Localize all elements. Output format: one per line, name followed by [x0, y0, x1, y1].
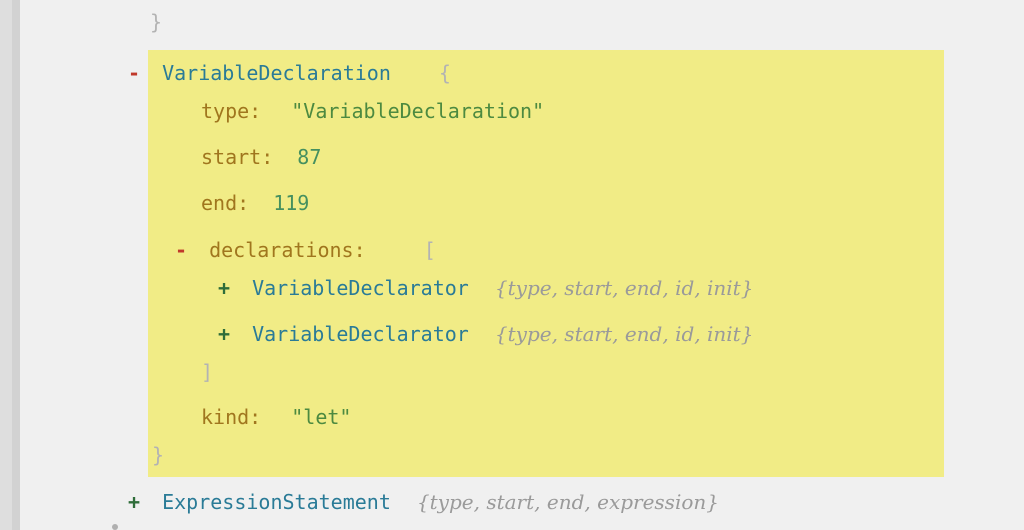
- property-type-row: type: "VariableDeclaration": [201, 99, 544, 123]
- declarations-close-bracket: ]: [201, 360, 214, 384]
- property-kind-row: kind: "let": [201, 405, 351, 429]
- property-value-type: "VariableDeclaration": [291, 99, 545, 123]
- property-start-row: start: 87: [201, 145, 321, 169]
- scroll-gutter: [12, 0, 20, 530]
- node-summary: {type, start, end, expression}: [416, 490, 719, 514]
- collapse-toggle[interactable]: -: [128, 61, 140, 85]
- collapse-toggle[interactable]: -: [175, 238, 187, 262]
- property-key-type: type:: [201, 99, 262, 123]
- node-name-variable-declaration[interactable]: VariableDeclaration: [162, 61, 391, 85]
- property-key-declarations: declarations:: [209, 238, 366, 262]
- property-value-end: 119: [273, 191, 310, 215]
- property-key-kind: kind:: [201, 405, 262, 429]
- node-name-expression-statement[interactable]: ExpressionStatement: [162, 490, 391, 514]
- variable-declarator-row[interactable]: + VariableDeclarator {type, start, end, …: [218, 276, 753, 300]
- variable-declaration-row[interactable]: - VariableDeclaration {: [128, 61, 451, 85]
- property-value-kind: "let": [291, 405, 352, 429]
- open-brace: {: [438, 61, 451, 85]
- property-value-start: 87: [297, 145, 322, 169]
- expression-statement-row[interactable]: + ExpressionStatement {type, start, end,…: [128, 490, 719, 514]
- declarations-row[interactable]: - declarations: [: [175, 238, 436, 262]
- variable-declarator-row[interactable]: + VariableDeclarator {type, start, end, …: [218, 322, 753, 346]
- previous-node-close-bracket: }: [150, 10, 163, 34]
- window-edge: [0, 0, 12, 530]
- node-name-variable-declarator[interactable]: VariableDeclarator: [252, 322, 469, 346]
- property-end-row: end: 119: [201, 191, 309, 215]
- property-key-start: start:: [201, 145, 274, 169]
- property-key-end: end:: [201, 191, 250, 215]
- expand-toggle[interactable]: +: [218, 322, 230, 346]
- open-bracket: [: [423, 238, 436, 262]
- next-node-indicator: [112, 524, 118, 530]
- node-summary: {type, start, end, id, init}: [494, 322, 754, 346]
- node-summary: {type, start, end, id, init}: [494, 276, 754, 300]
- variable-declaration-close-brace: }: [152, 443, 165, 467]
- expand-toggle[interactable]: +: [218, 276, 230, 300]
- node-name-variable-declarator[interactable]: VariableDeclarator: [252, 276, 469, 300]
- expand-toggle[interactable]: +: [128, 490, 140, 514]
